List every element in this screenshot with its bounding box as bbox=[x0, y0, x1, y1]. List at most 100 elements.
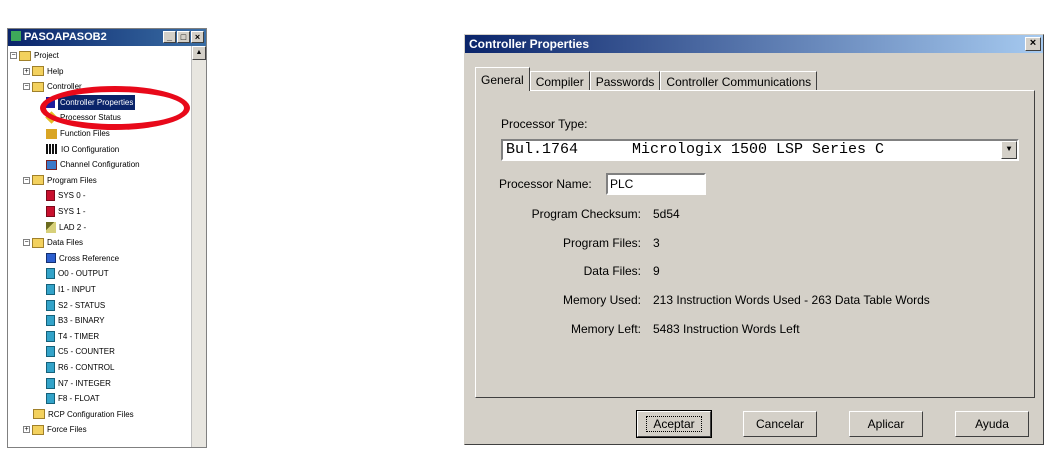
close-button[interactable]: × bbox=[191, 31, 204, 43]
tree-item-label: Help bbox=[47, 66, 64, 76]
tree-item-s2-status[interactable]: S2 - STATUS bbox=[46, 298, 105, 313]
folder-icon bbox=[32, 175, 44, 186]
dialog-title: Controller Properties bbox=[469, 37, 590, 51]
accept-button-label: Aceptar bbox=[646, 416, 702, 432]
chevron-down-icon[interactable]: ▼ bbox=[1001, 141, 1017, 159]
tree-item-program-files[interactable]: − Program Files bbox=[23, 173, 97, 188]
tree-item-rcp-configuration-files[interactable]: RCP Configuration Files bbox=[33, 407, 134, 422]
tree-item-label: LAD 2 - bbox=[59, 222, 87, 232]
data-file-icon bbox=[46, 393, 55, 405]
apply-button-label: Aplicar bbox=[867, 417, 905, 431]
expand-icon[interactable]: + bbox=[23, 67, 30, 75]
tree-item-sys-1[interactable]: SYS 1 - bbox=[46, 204, 86, 219]
tree-item-label: Program Files bbox=[47, 175, 97, 185]
data-file-icon bbox=[46, 284, 55, 295]
processor-name-input[interactable]: PLC bbox=[606, 173, 706, 195]
tree-item-i1-input[interactable]: I1 - INPUT bbox=[46, 282, 96, 297]
tree-item-o0-output[interactable]: O0 - OUTPUT bbox=[46, 266, 109, 281]
data-file-icon bbox=[46, 330, 55, 342]
processor-type-label: Processor Type: bbox=[501, 117, 588, 131]
tree-item-b3-binary[interactable]: B3 - BINARY bbox=[46, 313, 105, 328]
rslogix-app-icon bbox=[11, 31, 21, 41]
dialog-titlebar[interactable]: Controller Properties × bbox=[465, 35, 1043, 53]
controller-properties-dialog: Controller Properties × General Compiler… bbox=[464, 34, 1044, 445]
accept-button[interactable]: Aceptar bbox=[636, 410, 712, 438]
expand-icon[interactable]: + bbox=[23, 426, 30, 434]
tree-item-project[interactable]: − Project bbox=[10, 48, 59, 63]
processor-name-label: Processor Name: bbox=[499, 177, 592, 191]
data-file-icon bbox=[46, 377, 55, 389]
channel-configuration-icon bbox=[46, 159, 57, 170]
tree-item-label: IO Configuration bbox=[61, 144, 120, 154]
dialog-close-button[interactable]: × bbox=[1025, 37, 1041, 51]
program-checksum-value: 5d54 bbox=[653, 207, 680, 221]
data-files-label: Data Files: bbox=[583, 264, 641, 278]
highlight-ellipse bbox=[40, 86, 190, 130]
processor-type-value: Bul.1764 Micrologix 1500 LSP Series C bbox=[506, 141, 885, 158]
program-checksum-label: Program Checksum: bbox=[531, 207, 641, 221]
memory-used-value: 213 Instruction Words Used - 263 Data Ta… bbox=[653, 293, 930, 307]
tree-item-label: F8 - FLOAT bbox=[58, 394, 100, 404]
tree-item-label: C5 - COUNTER bbox=[58, 347, 115, 357]
tab-general[interactable]: General bbox=[475, 67, 530, 91]
tree-item-label: S2 - STATUS bbox=[58, 300, 106, 310]
tree-item-label: T4 - TIMER bbox=[58, 331, 100, 341]
tree-item-label: SYS 1 - bbox=[58, 207, 86, 216]
maximize-button[interactable]: □ bbox=[177, 31, 190, 43]
io-configuration-icon bbox=[46, 144, 58, 155]
data-file-icon bbox=[46, 268, 55, 280]
tree-item-lad-2[interactable]: LAD 2 - bbox=[46, 220, 86, 235]
function-files-icon bbox=[46, 128, 57, 139]
tree-item-label: Force Files bbox=[47, 425, 87, 435]
tree-item-help[interactable]: + Help bbox=[23, 64, 63, 79]
tree-item-channel-configuration[interactable]: Channel Configuration bbox=[46, 157, 140, 172]
tree-item-r6-control[interactable]: R6 - CONTROL bbox=[46, 360, 114, 375]
help-button-label: Ayuda bbox=[975, 417, 1009, 431]
tree-item-n7-integer[interactable]: N7 - INTEGER bbox=[46, 376, 111, 391]
cancel-button-label: Cancelar bbox=[755, 417, 805, 431]
tab-passwords[interactable]: Passwords bbox=[589, 71, 661, 91]
tree-window-titlebar[interactable]: PASOAPASOB2 _ □ × bbox=[8, 29, 206, 46]
system-file-icon bbox=[46, 206, 55, 217]
apply-button[interactable]: Aplicar bbox=[849, 411, 923, 437]
tree-item-io-configuration[interactable]: IO Configuration bbox=[46, 142, 119, 157]
tree-item-label: Data Files bbox=[47, 238, 84, 248]
tree-item-label: B3 - BINARY bbox=[58, 316, 105, 326]
minimize-button[interactable]: _ bbox=[163, 31, 176, 43]
tree-item-label: RCP Configuration Files bbox=[48, 409, 134, 419]
tree-item-label: I1 - INPUT bbox=[58, 285, 96, 294]
tree-vertical-scrollbar[interactable]: ▲ bbox=[191, 46, 206, 447]
folder-icon bbox=[32, 424, 44, 435]
scroll-up-arrow-icon[interactable]: ▲ bbox=[192, 46, 206, 60]
tree-item-sys-0[interactable]: SYS 0 - bbox=[46, 188, 86, 203]
tree-item-t4-timer[interactable]: T4 - TIMER bbox=[46, 329, 99, 344]
memory-used-label: Memory Used: bbox=[562, 293, 641, 307]
tab-controller-communications[interactable]: Controller Communications bbox=[660, 71, 818, 91]
tab-compiler[interactable]: Compiler bbox=[529, 71, 590, 91]
processor-type-select[interactable]: Bul.1764 Micrologix 1500 LSP Series C ▼ bbox=[501, 139, 1019, 161]
cross-reference-icon bbox=[46, 253, 56, 264]
tree-item-label: SYS 0 - bbox=[58, 191, 86, 201]
tree-item-force-files[interactable]: + Force Files bbox=[23, 422, 87, 437]
collapse-icon[interactable]: − bbox=[10, 52, 17, 59]
tree-item-label: Channel Configuration bbox=[60, 160, 140, 170]
data-file-icon bbox=[46, 346, 55, 358]
tree-item-f8-float[interactable]: F8 - FLOAT bbox=[46, 391, 100, 406]
tree-item-label: Cross Reference bbox=[59, 253, 120, 263]
memory-left-value: 5483 Instruction Words Left bbox=[653, 322, 800, 336]
collapse-icon[interactable]: − bbox=[23, 176, 30, 184]
data-file-icon bbox=[46, 315, 55, 327]
tree-item-data-files[interactable]: − Data Files bbox=[23, 235, 83, 250]
collapse-icon[interactable]: − bbox=[23, 239, 30, 247]
tree-item-cross-reference[interactable]: Cross Reference bbox=[46, 251, 119, 266]
tree-item-c5-counter[interactable]: C5 - COUNTER bbox=[46, 344, 115, 359]
memory-left-label: Memory Left: bbox=[570, 322, 641, 336]
tree-window-title: PASOAPASOB2 bbox=[24, 31, 107, 43]
help-button[interactable]: Ayuda bbox=[955, 411, 1029, 437]
cancel-button[interactable]: Cancelar bbox=[743, 411, 817, 437]
folder-icon bbox=[32, 81, 44, 92]
tree-item-label: N7 - INTEGER bbox=[58, 378, 111, 388]
folder-icon bbox=[32, 237, 44, 248]
tree-item-label: R6 - CONTROL bbox=[58, 363, 115, 372]
collapse-icon[interactable]: − bbox=[23, 83, 30, 91]
